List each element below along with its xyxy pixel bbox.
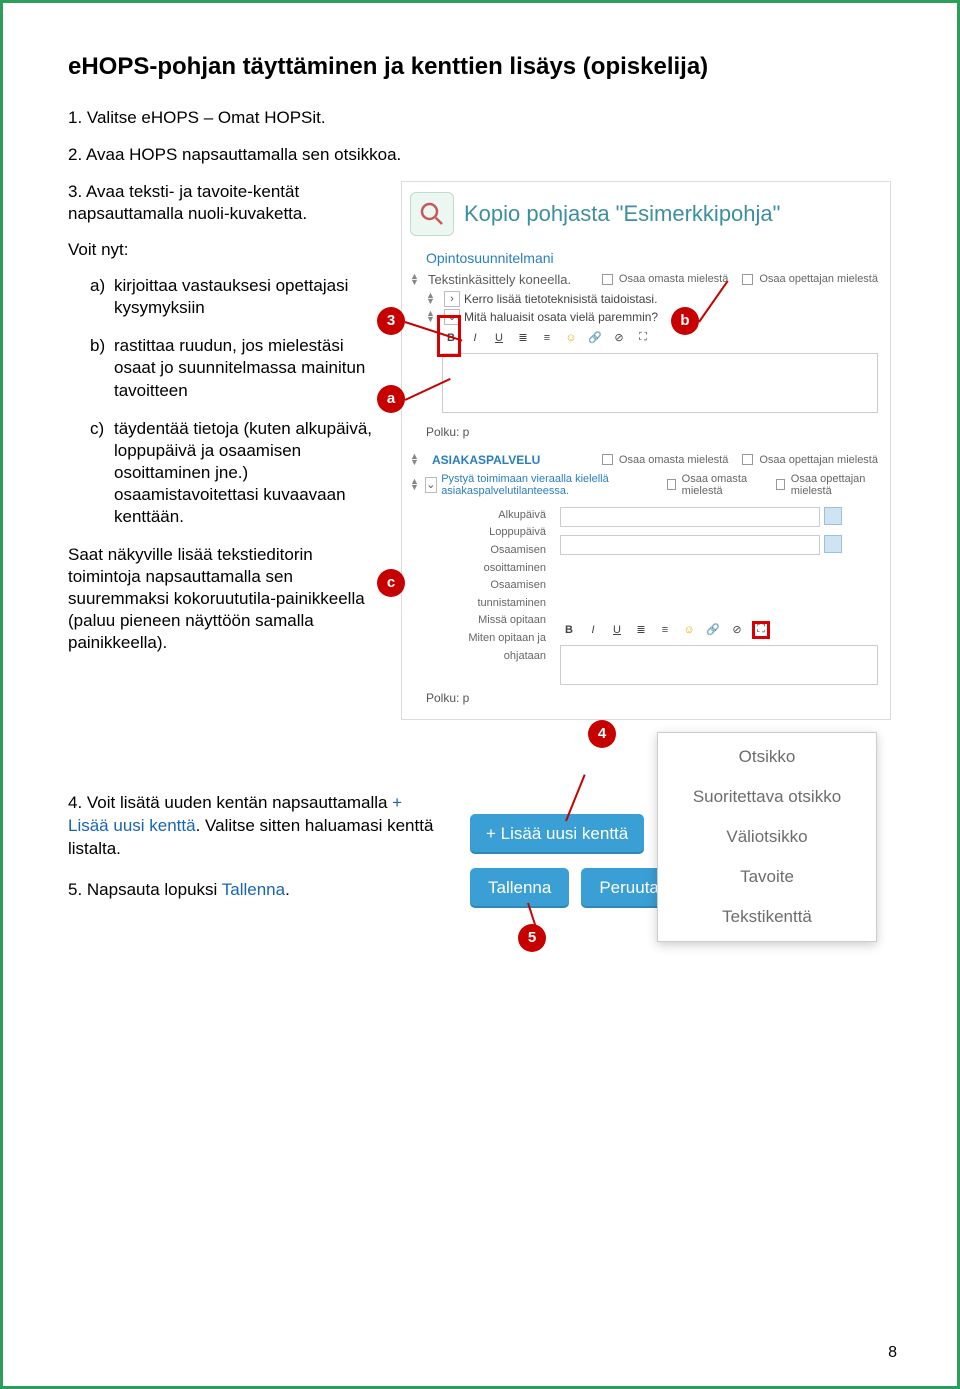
item-a-text: kirjoittaa vastauksesi opettajasi kysymy… bbox=[114, 275, 383, 319]
fullscreen-button[interactable]: ⛶ bbox=[752, 621, 770, 639]
field-type-menu: Otsikko Suoritettava otsikko Väliotsikko… bbox=[657, 732, 877, 942]
menu-item-suoritettava[interactable]: Suoritettava otsikko bbox=[658, 777, 876, 817]
label-alkupaiva: Alkupäivä bbox=[426, 507, 546, 525]
step-5: 5. Napsauta lopuksi Tallenna. bbox=[68, 879, 438, 902]
callout-marker-a: a bbox=[377, 385, 405, 413]
lead-text: Voit nyt: bbox=[68, 239, 383, 261]
callout-marker-5: 5 bbox=[518, 924, 546, 952]
fullscreen-button[interactable]: ⛶ bbox=[634, 329, 652, 347]
underline-button[interactable]: U bbox=[490, 329, 508, 347]
drag-handle-icon[interactable]: ▲▼ bbox=[410, 479, 421, 490]
page-title: eHOPS-pohjan täyttäminen ja kenttien lis… bbox=[68, 53, 897, 81]
step-3: 3. Avaa teksti- ja tavoite-kentät napsau… bbox=[68, 181, 383, 225]
step-4: 4. Voit lisätä uuden kentän napsauttamal… bbox=[68, 792, 438, 861]
form-title: Kopio pohjasta "Esimerkkipohja" bbox=[464, 201, 780, 227]
editor-note: Saat näkyville lisää tekstieditorin toim… bbox=[68, 544, 383, 654]
expand-button[interactable]: › bbox=[444, 291, 460, 307]
step-1: 1. Valitse eHOPS – Omat HOPSit. bbox=[68, 107, 897, 130]
checkbox-own[interactable] bbox=[602, 274, 613, 285]
checkbox-own-label: Osaa omasta mielestä bbox=[619, 273, 728, 285]
list-marker-b: b) bbox=[90, 335, 114, 401]
goal-text-1: Kerro lisää tietoteknisistä taidoistasi. bbox=[464, 292, 657, 306]
item-b-text: rastittaa ruudun, jos mielestäsi osaat j… bbox=[114, 335, 383, 401]
unlink-button[interactable]: ⊘ bbox=[728, 621, 746, 639]
list-marker-a: a) bbox=[90, 275, 114, 319]
screenshot-ehops-form: Kopio pohjasta "Esimerkkipohja" Opintosu… bbox=[401, 181, 891, 720]
bold-button[interactable]: B bbox=[560, 621, 578, 639]
link-button[interactable]: 🔗 bbox=[704, 621, 722, 639]
add-field-button[interactable]: + Lisää uusi kenttä bbox=[470, 814, 644, 854]
italic-button[interactable]: I bbox=[584, 621, 602, 639]
section-asiakaspalvelu: ASIAKASPALVELU bbox=[432, 453, 540, 467]
italic-button[interactable]: I bbox=[466, 329, 484, 347]
editor-toolbar: B I U ≣ ≡ ☺ 🔗 ⊘ ⛶ bbox=[408, 329, 884, 347]
link-button[interactable]: 🔗 bbox=[586, 329, 604, 347]
goal-text-2: Mitä haluaisit osata vielä paremmin? bbox=[464, 310, 658, 324]
callout-marker-b: b bbox=[671, 307, 699, 335]
page-number: 8 bbox=[888, 1344, 897, 1362]
unlink-button[interactable]: ⊘ bbox=[610, 329, 628, 347]
number-list-button[interactable]: ≡ bbox=[656, 621, 674, 639]
collapse-button[interactable]: ⌄ bbox=[425, 477, 438, 493]
magnifier-icon bbox=[410, 192, 454, 236]
save-button[interactable]: Tallenna bbox=[470, 868, 569, 908]
number-list-button[interactable]: ≡ bbox=[538, 329, 556, 347]
drag-handle-icon[interactable]: ▲▼ bbox=[410, 274, 424, 285]
menu-item-otsikko[interactable]: Otsikko bbox=[658, 737, 876, 777]
section-opintosuunnitelmani: Opintosuunnitelmani bbox=[408, 246, 884, 268]
menu-item-tavoite[interactable]: Tavoite bbox=[658, 857, 876, 897]
text-editor-area[interactable] bbox=[560, 645, 878, 685]
bullet-list-button[interactable]: ≣ bbox=[632, 621, 650, 639]
link-save: Tallenna bbox=[222, 880, 285, 899]
calendar-icon[interactable] bbox=[824, 507, 842, 525]
label-osoittaminen: Osaamisen osoittaminen bbox=[426, 542, 546, 577]
path-indicator: Polku: p bbox=[408, 421, 884, 443]
checkbox-teacher[interactable] bbox=[742, 454, 753, 465]
checkbox-own[interactable] bbox=[602, 454, 613, 465]
drag-handle-icon[interactable]: ▲▼ bbox=[426, 293, 440, 304]
date-input-alku[interactable] bbox=[560, 507, 820, 527]
checkbox-teacher[interactable] bbox=[776, 479, 785, 490]
emoji-button[interactable]: ☺ bbox=[680, 621, 698, 639]
callout-marker-c: c bbox=[377, 569, 405, 597]
goal-asiakas: Pystyä toimimaan vieraalla kielellä asia… bbox=[441, 473, 667, 497]
callout-marker-4: 4 bbox=[588, 720, 616, 748]
calendar-icon[interactable] bbox=[824, 535, 842, 553]
bullet-list-button[interactable]: ≣ bbox=[514, 329, 532, 347]
date-input-loppu[interactable] bbox=[560, 535, 820, 555]
path-indicator-2: Polku: p bbox=[408, 685, 884, 709]
checkbox-own[interactable] bbox=[667, 479, 676, 490]
menu-item-valiotsikko[interactable]: Väliotsikko bbox=[658, 817, 876, 857]
label-missa: Missä opitaan bbox=[426, 612, 546, 630]
emoji-button[interactable]: ☺ bbox=[562, 329, 580, 347]
underline-button[interactable]: U bbox=[608, 621, 626, 639]
text-editor-area[interactable] bbox=[442, 353, 878, 413]
callout-marker-3: 3 bbox=[377, 307, 405, 335]
checkbox-teacher[interactable] bbox=[742, 274, 753, 285]
drag-handle-icon[interactable]: ▲▼ bbox=[410, 454, 424, 465]
field-label: Tekstinkäsittely koneella. bbox=[428, 272, 571, 287]
menu-item-tekstikentta[interactable]: Tekstikenttä bbox=[658, 897, 876, 937]
label-miten: Miten opitaan ja ohjataan bbox=[426, 630, 546, 665]
checkbox-teacher-label: Osaa opettajan mielestä bbox=[759, 273, 878, 285]
item-c-text: täydentää tietoja (kuten alkupäivä, lopp… bbox=[114, 418, 383, 528]
label-loppupaiva: Loppupäivä bbox=[426, 524, 546, 542]
step-2: 2. Avaa HOPS napsauttamalla sen otsikkoa… bbox=[68, 144, 897, 167]
label-tunnistaminen: Osaamisen tunnistaminen bbox=[426, 577, 546, 612]
list-marker-c: c) bbox=[90, 418, 114, 528]
